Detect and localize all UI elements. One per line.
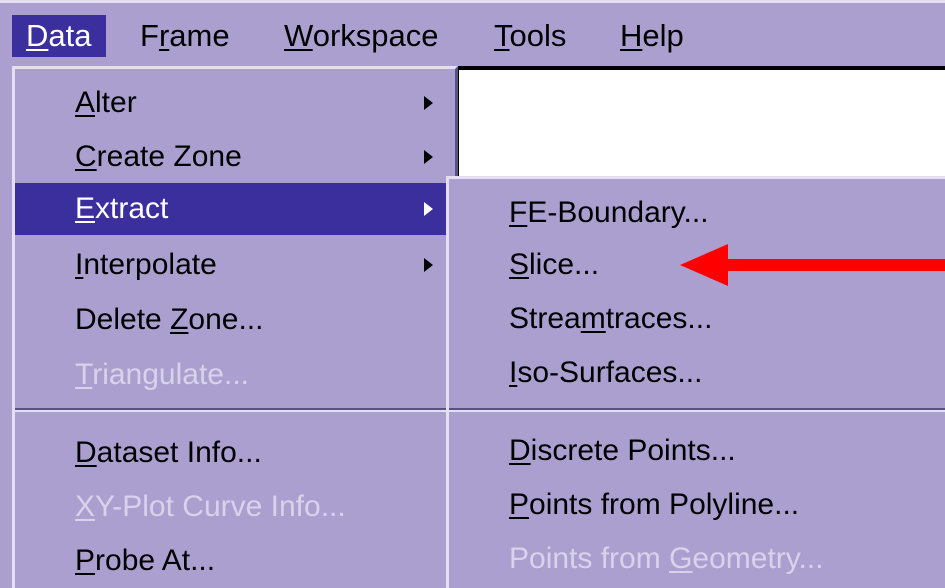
menu-data[interactable]: Data (12, 15, 106, 57)
submenu-separator-highlight (449, 410, 945, 412)
menu-bar-border (0, 0, 945, 3)
menu-item-alter[interactable]: Alter (15, 77, 455, 129)
menu-item-dataset-info[interactable]: Dataset Info... (15, 427, 455, 479)
menu-item-create-zone[interactable]: Create Zone (15, 131, 455, 183)
menu-item-triangulate: Triangulate... (75, 358, 249, 391)
menu-bar: Data Frame Workspace Tools Help (0, 0, 945, 66)
submenu-arrow-icon (424, 96, 433, 110)
submenu-item-fe-boundary[interactable]: FE-Boundary... (449, 187, 945, 239)
menu-separator-highlight (15, 410, 455, 412)
submenu-item-streamtraces[interactable]: Streamtraces... (449, 293, 945, 345)
submenu-item-points-from-polyline[interactable]: Points from Polyline... (449, 479, 945, 531)
data-menu-dropdown: Alter Create Zone Extract Interpolate De… (12, 66, 458, 588)
menu-item-interpolate[interactable]: Interpolate (15, 239, 455, 291)
submenu-arrow-icon (424, 258, 433, 272)
submenu-item-discrete-points[interactable]: Discrete Points... (449, 425, 945, 477)
menu-item-probe-at[interactable]: Probe At... (15, 535, 455, 587)
submenu-item-points-from-geometry: Points from Geometry... (509, 542, 824, 575)
menu-workspace[interactable]: Workspace (270, 15, 453, 57)
menu-item-xy-plot-curve-info: XY-Plot Curve Info... (75, 490, 346, 523)
red-arrow-annotation-icon (680, 244, 945, 286)
menu-help[interactable]: Help (606, 15, 698, 57)
submenu-arrow-icon (424, 202, 433, 216)
menu-item-extract[interactable]: Extract (15, 183, 455, 235)
extract-submenu: FE-Boundary... Slice... Streamtraces... … (446, 176, 945, 588)
menu-item-delete-zone[interactable]: Delete Zone... (15, 294, 455, 346)
menu-frame[interactable]: Frame (126, 15, 244, 57)
menu-tools[interactable]: Tools (480, 15, 580, 57)
submenu-item-iso-surfaces[interactable]: Iso-Surfaces... (449, 347, 945, 399)
submenu-arrow-icon (424, 150, 433, 164)
workspace-canvas (455, 66, 945, 176)
